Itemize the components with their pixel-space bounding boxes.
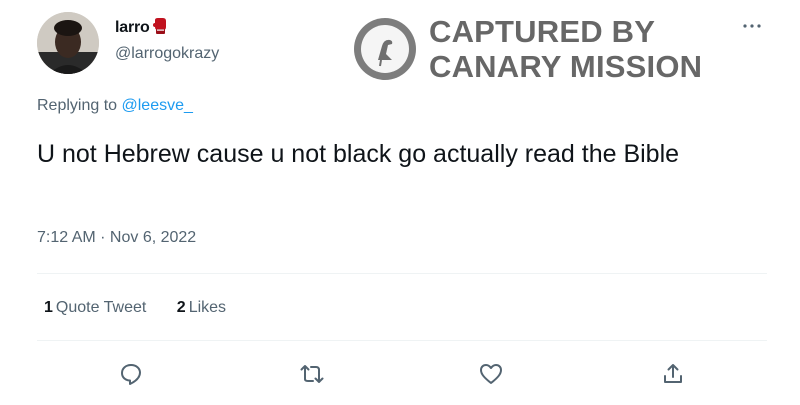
watermark-text: CAPTURED BY CANARY MISSION (429, 14, 702, 84)
watermark-line-2: CANARY MISSION (429, 49, 703, 84)
quote-label: Quote Tweet (55, 299, 147, 316)
tweet-text: U not Hebrew cause u not black go actual… (37, 140, 680, 168)
tweet-timestamp[interactable]: 7:12 AM · Nov 6, 2022 (37, 229, 196, 247)
replying-to: Replying to @leesve_ (37, 97, 193, 115)
author-handle[interactable]: @larrogokrazy (115, 45, 219, 63)
tweet-stats: 1 Quote Tweet 2 Likes (44, 299, 252, 317)
retweet-icon[interactable] (299, 361, 325, 387)
reply-mention-link[interactable]: @leesve_ (122, 97, 193, 114)
divider (37, 273, 767, 274)
reply-icon[interactable] (118, 361, 144, 387)
watermark: CAPTURED BY CANARY MISSION (352, 14, 732, 86)
share-icon[interactable] (660, 361, 686, 387)
likes-stat[interactable]: 2 Likes (177, 299, 226, 317)
avatar-image (37, 12, 99, 74)
avatar[interactable] (37, 12, 99, 74)
replying-to-prefix: Replying to (37, 97, 122, 114)
canary-bird-icon (352, 16, 418, 82)
like-icon[interactable] (478, 361, 504, 387)
more-options-icon[interactable] (740, 18, 764, 34)
boxing-glove-icon (151, 17, 169, 40)
quote-count: 1 (44, 299, 53, 316)
tweet-card: larro @larrogokrazy CAPTURED BY CANARY M… (0, 0, 800, 405)
divider (37, 340, 767, 341)
author-display-name: larro (115, 19, 150, 36)
author-name[interactable]: larro (115, 17, 169, 40)
watermark-line-1: CAPTURED BY (429, 14, 656, 49)
like-label: Likes (188, 299, 227, 316)
like-count: 2 (176, 299, 186, 316)
quote-tweets-stat[interactable]: 1 Quote Tweet (44, 299, 146, 317)
